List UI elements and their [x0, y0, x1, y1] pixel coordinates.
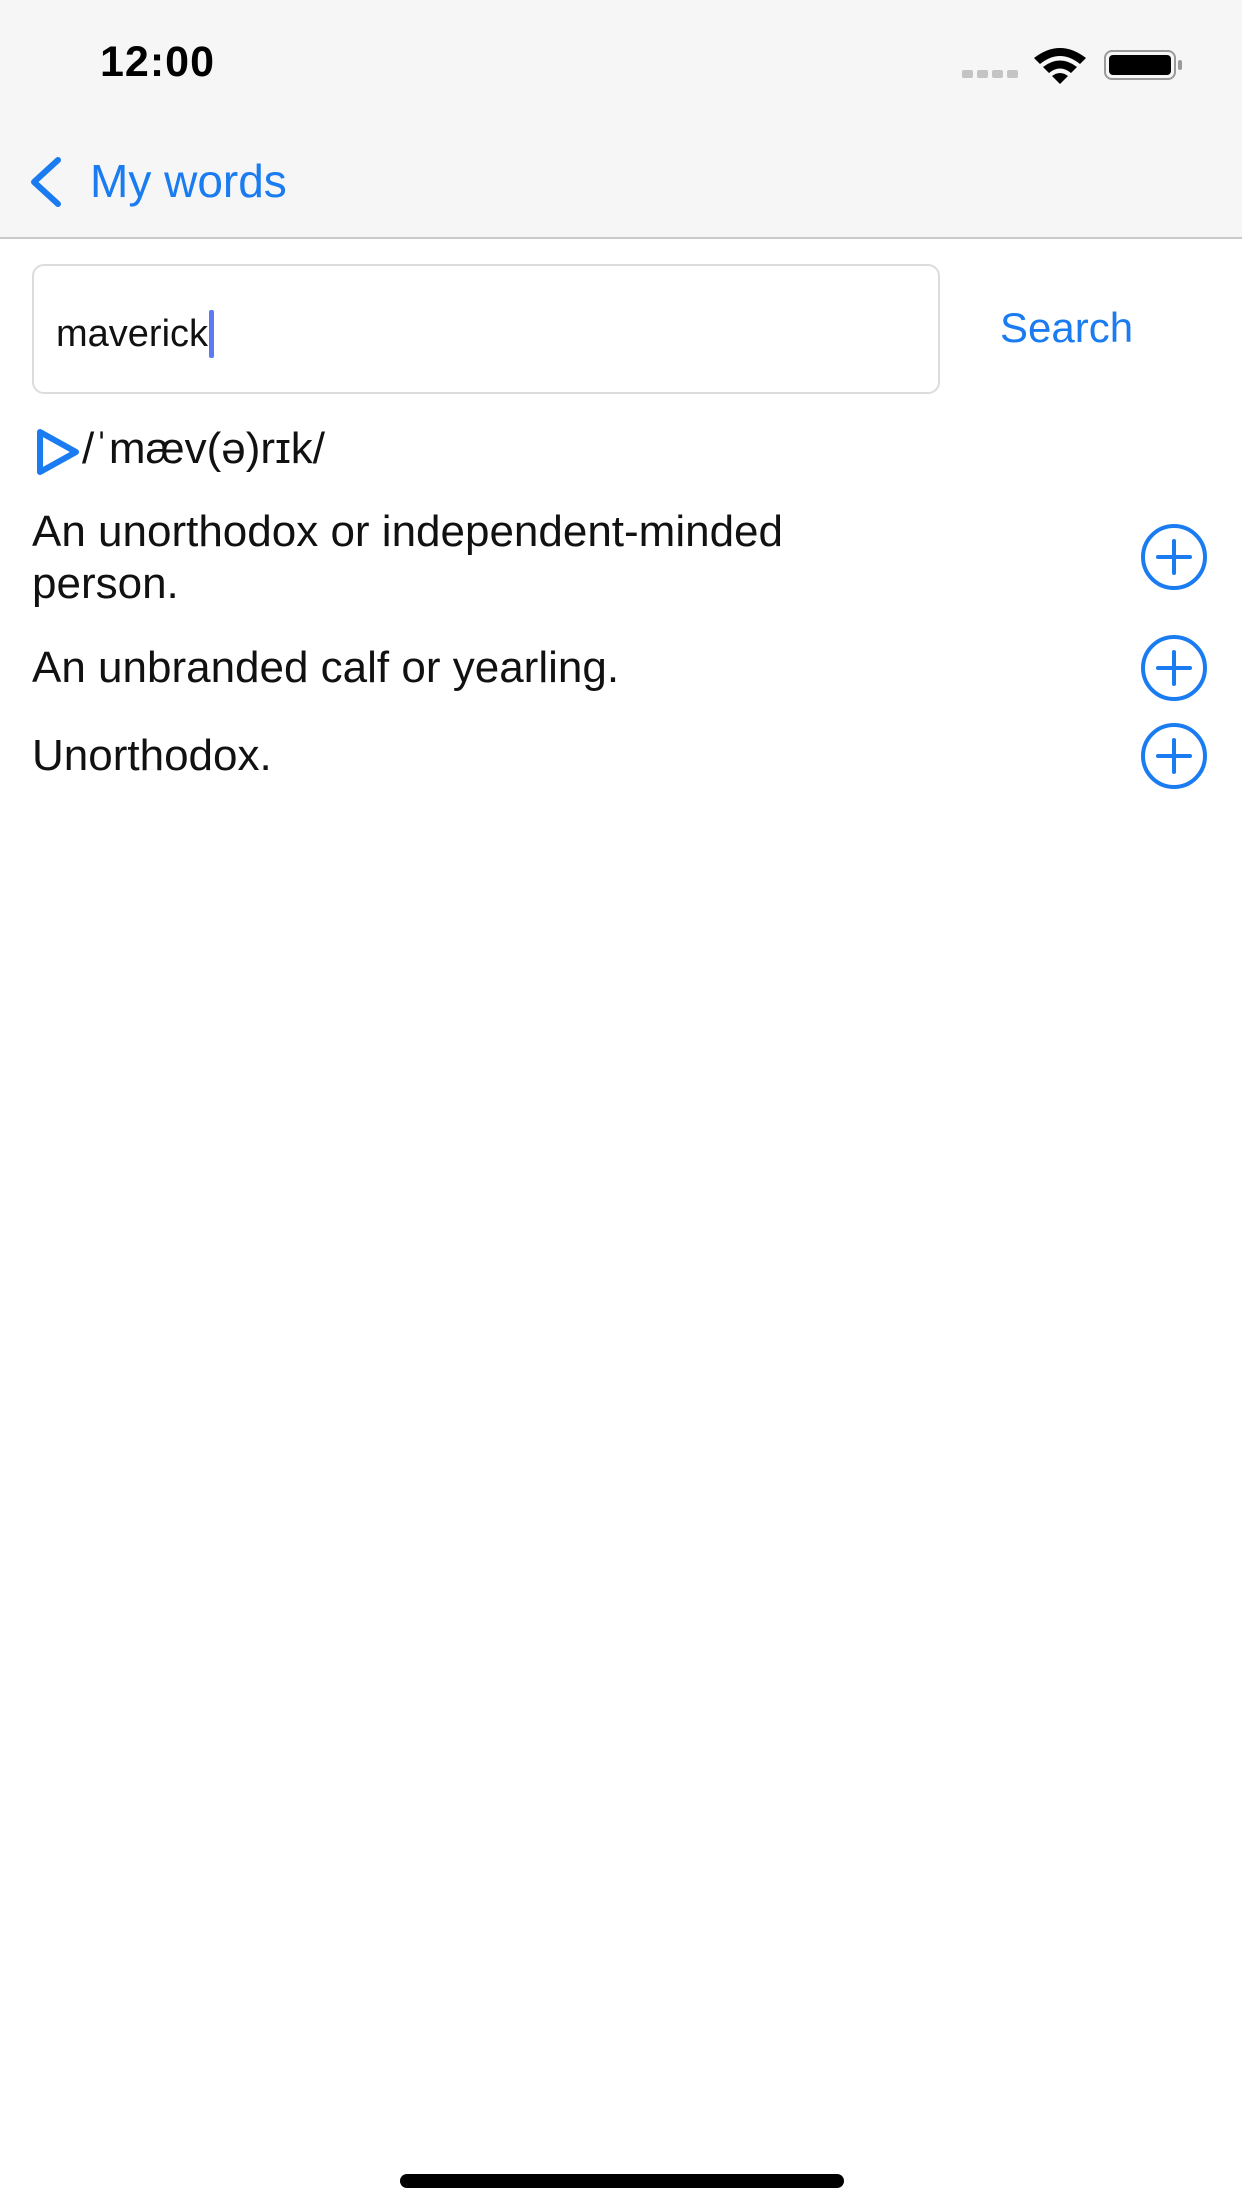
chevron-left-icon	[31, 157, 61, 207]
meaning-text: Unorthodox.	[32, 731, 272, 780]
search-button[interactable]: Search	[1000, 304, 1133, 352]
plus-circle-icon[interactable]	[1140, 523, 1208, 591]
navigation-bar: 12:00 My words	[0, 0, 1242, 239]
back-label: My words	[90, 155, 287, 207]
battery-icon	[1104, 50, 1182, 80]
plus-circle-icon[interactable]	[1140, 722, 1208, 790]
screen: 12:00 My words maverick Search /ˈmæv(ə)r…	[0, 0, 1242, 2208]
back-button[interactable]: My words	[16, 146, 336, 216]
search-input[interactable]: maverick	[32, 264, 940, 394]
text-caret	[209, 310, 215, 358]
cellular-signal-icon	[962, 70, 1020, 78]
home-indicator[interactable]	[400, 2174, 844, 2188]
search-input-value: maverick	[56, 312, 209, 355]
meaning-text: An unorthodox or independent-minded pers…	[32, 507, 783, 608]
search-input-value-wrap: maverick	[56, 310, 215, 358]
plus-circle-icon[interactable]	[1140, 634, 1208, 702]
meaning-text: An unbranded calf or yearling.	[32, 643, 620, 692]
phonetic-transcription: /ˈmæv(ə)rɪk/	[82, 424, 325, 473]
status-time: 12:00	[100, 38, 215, 86]
play-icon[interactable]	[34, 428, 82, 476]
wifi-icon	[1034, 48, 1086, 84]
